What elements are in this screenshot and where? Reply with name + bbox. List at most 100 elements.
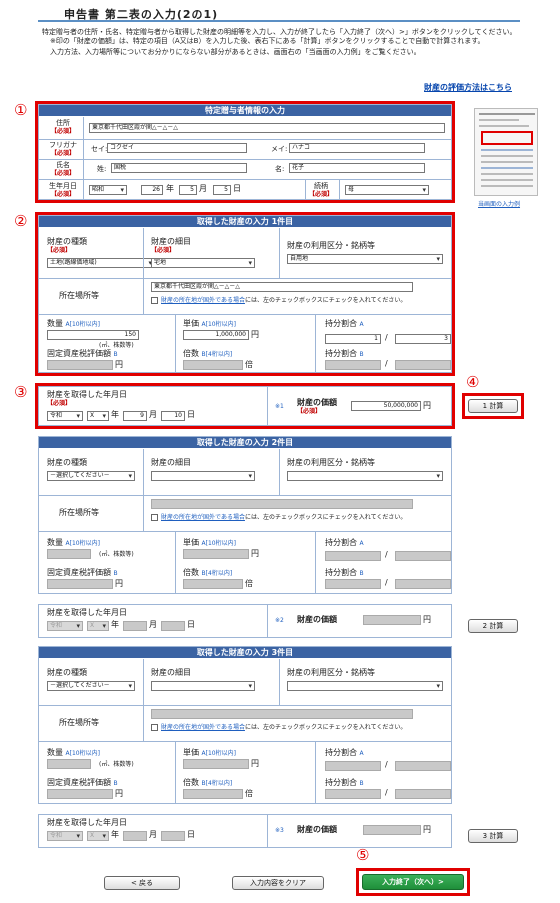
- back-button[interactable]: < 戻る: [104, 876, 180, 890]
- bai-label: 倍: [245, 579, 253, 588]
- year-label: 年: [111, 620, 119, 629]
- p2-value-output: [363, 615, 421, 625]
- acq-date-label: 財産を取得した年月日: [47, 818, 127, 827]
- marker-5: ⑤: [356, 846, 370, 864]
- p2-multiplier-input[interactable]: [183, 579, 243, 589]
- clear-button[interactable]: 入力内容をクリア: [232, 876, 324, 890]
- p3-acq-day[interactable]: [161, 831, 185, 841]
- month-label: 月: [149, 830, 157, 839]
- p2-location-input[interactable]: [151, 499, 413, 509]
- p3-qty-input[interactable]: [47, 759, 91, 769]
- callout-box-3: [35, 383, 455, 429]
- use-label: 財産の利用区分・銘柄等: [287, 458, 375, 467]
- bai-label: 倍: [245, 789, 253, 798]
- mark-2: ※2: [275, 617, 284, 624]
- p2-qty-input[interactable]: [47, 549, 91, 559]
- property-2-section: 取得した財産の入力 2件目 財産の種類 －選択してください－ 財産の細目 財産の…: [38, 436, 452, 594]
- p3-multiplier-input[interactable]: [183, 789, 243, 799]
- yen-label: 円: [115, 789, 123, 798]
- instruction-2: ※印の「財産の価額」は、特定の項目（A又はB）を入力した後、表右下にある「計算」…: [50, 37, 485, 45]
- p2-acq-year[interactable]: X: [87, 621, 109, 631]
- p2-overseas-note: 財産の所在地が国外である場合には、左のチェックボックスにチェックを入れてください…: [161, 514, 407, 521]
- detail-label: 財産の細目: [151, 458, 191, 467]
- p3-overseas-checkbox[interactable]: [151, 724, 158, 731]
- p3-kind-select[interactable]: －選択してください－: [47, 681, 135, 691]
- p2-share-den[interactable]: [395, 551, 451, 561]
- yen-label: 円: [423, 615, 431, 624]
- p3-location-input[interactable]: [151, 709, 413, 719]
- share-b-slash: /: [385, 578, 388, 587]
- p3-calc-button[interactable]: 3 計算: [468, 829, 518, 843]
- p3-acq-month[interactable]: [123, 831, 147, 841]
- callout-box-4: [462, 393, 524, 419]
- p2-overseas-checkbox[interactable]: [151, 514, 158, 521]
- p3-acq-year[interactable]: X: [87, 831, 109, 841]
- marker-4: ④: [466, 373, 480, 391]
- fixed-tax-label: 固定資産税評価額 B: [47, 778, 118, 788]
- year-label: 年: [111, 830, 119, 839]
- property-3-header: 取得した財産の入力 3件目: [39, 647, 451, 658]
- yen-label: 円: [115, 579, 123, 588]
- instruction-1: 特定贈与者の住所・氏名、特定贈与者から取得した財産の明細等を入力し、入力が終了し…: [42, 28, 517, 36]
- p3-acq-era[interactable]: 令和: [47, 831, 83, 841]
- property-2-header: 取得した財産の入力 2件目: [39, 437, 451, 448]
- example-link[interactable]: 当画面の入力例: [478, 199, 520, 208]
- unit-label: 単価 A[10桁以内]: [183, 538, 236, 548]
- p2-use-select[interactable]: [287, 471, 443, 481]
- share-slash: /: [385, 550, 388, 559]
- p2-share-b-den[interactable]: [395, 579, 451, 589]
- p2-acq-month[interactable]: [123, 621, 147, 631]
- p3-share-num[interactable]: [325, 761, 381, 771]
- p2-acq-section: 財産を取得した年月日 令和 X 年 月 日 ※2 財産の価額 円: [38, 604, 452, 638]
- p3-acq-section: 財産を取得した年月日 令和 X 年 月 日 ※3 財産の価額 円: [38, 814, 452, 848]
- instructions: 特定贈与者の住所・氏名、特定贈与者から取得した財産の明細等を入力し、入力が終了し…: [42, 28, 532, 57]
- p3-detail-select[interactable]: [151, 681, 255, 691]
- location-label: 所在場所等: [59, 718, 99, 727]
- p2-share-num[interactable]: [325, 551, 381, 561]
- p3-use-select[interactable]: [287, 681, 443, 691]
- p2-share-b-num[interactable]: [325, 579, 381, 589]
- share-b-label: 持分割合 B: [325, 778, 364, 788]
- share-label: 持分割合 A: [325, 748, 364, 758]
- multiplier-label: 倍数 B[4桁以内]: [183, 778, 233, 788]
- marker-3: ③: [14, 383, 28, 401]
- p3-share-den[interactable]: [395, 761, 451, 771]
- value-label: 財産の価額: [297, 825, 337, 834]
- marker-2: ②: [14, 212, 28, 230]
- callout-box-5: [356, 868, 470, 896]
- share-slash: /: [385, 760, 388, 769]
- p2-unit-input[interactable]: [183, 549, 249, 559]
- p2-kind-select[interactable]: －選択してください－: [47, 471, 135, 481]
- p2-fixed-tax-input[interactable]: [47, 579, 113, 589]
- month-label: 月: [149, 620, 157, 629]
- overseas-link[interactable]: 財産の所在地が国外である場合: [161, 724, 245, 731]
- p2-detail-select[interactable]: [151, 471, 255, 481]
- qty-label: 数量 A[10桁以内]: [47, 748, 100, 758]
- p3-share-b-den[interactable]: [395, 789, 451, 799]
- unit-label: 単価 A[10桁以内]: [183, 748, 236, 758]
- p3-value-output: [363, 825, 421, 835]
- location-label: 所在場所等: [59, 508, 99, 517]
- kind-label: 財産の種類: [47, 458, 87, 467]
- p3-fixed-tax-input[interactable]: [47, 789, 113, 799]
- yen-label: 円: [251, 549, 259, 558]
- example-thumbnail[interactable]: [474, 108, 538, 196]
- share-b-label: 持分割合 B: [325, 568, 364, 578]
- callout-box-1: [35, 101, 455, 203]
- p2-calc-button[interactable]: 2 計算: [468, 619, 518, 633]
- p2-acq-era[interactable]: 令和: [47, 621, 83, 631]
- overseas-link[interactable]: 財産の所在地が国外である場合: [161, 514, 245, 521]
- marker-1: ①: [14, 101, 28, 119]
- kind-label: 財産の種類: [47, 668, 87, 677]
- p2-acq-day[interactable]: [161, 621, 185, 631]
- acq-date-label: 財産を取得した年月日: [47, 608, 127, 617]
- p3-share-b-num[interactable]: [325, 789, 381, 799]
- yen-label: 円: [423, 825, 431, 834]
- qty-unit: (㎡、株数等): [99, 551, 134, 558]
- p3-overseas-note: 財産の所在地が国外である場合には、左のチェックボックスにチェックを入れてください…: [161, 724, 407, 731]
- detail-label: 財産の細目: [151, 668, 191, 677]
- share-b-slash: /: [385, 788, 388, 797]
- p3-unit-input[interactable]: [183, 759, 249, 769]
- callout-box-2: [35, 212, 455, 376]
- evaluation-method-link[interactable]: 財産の評価方法はこちら: [424, 82, 512, 93]
